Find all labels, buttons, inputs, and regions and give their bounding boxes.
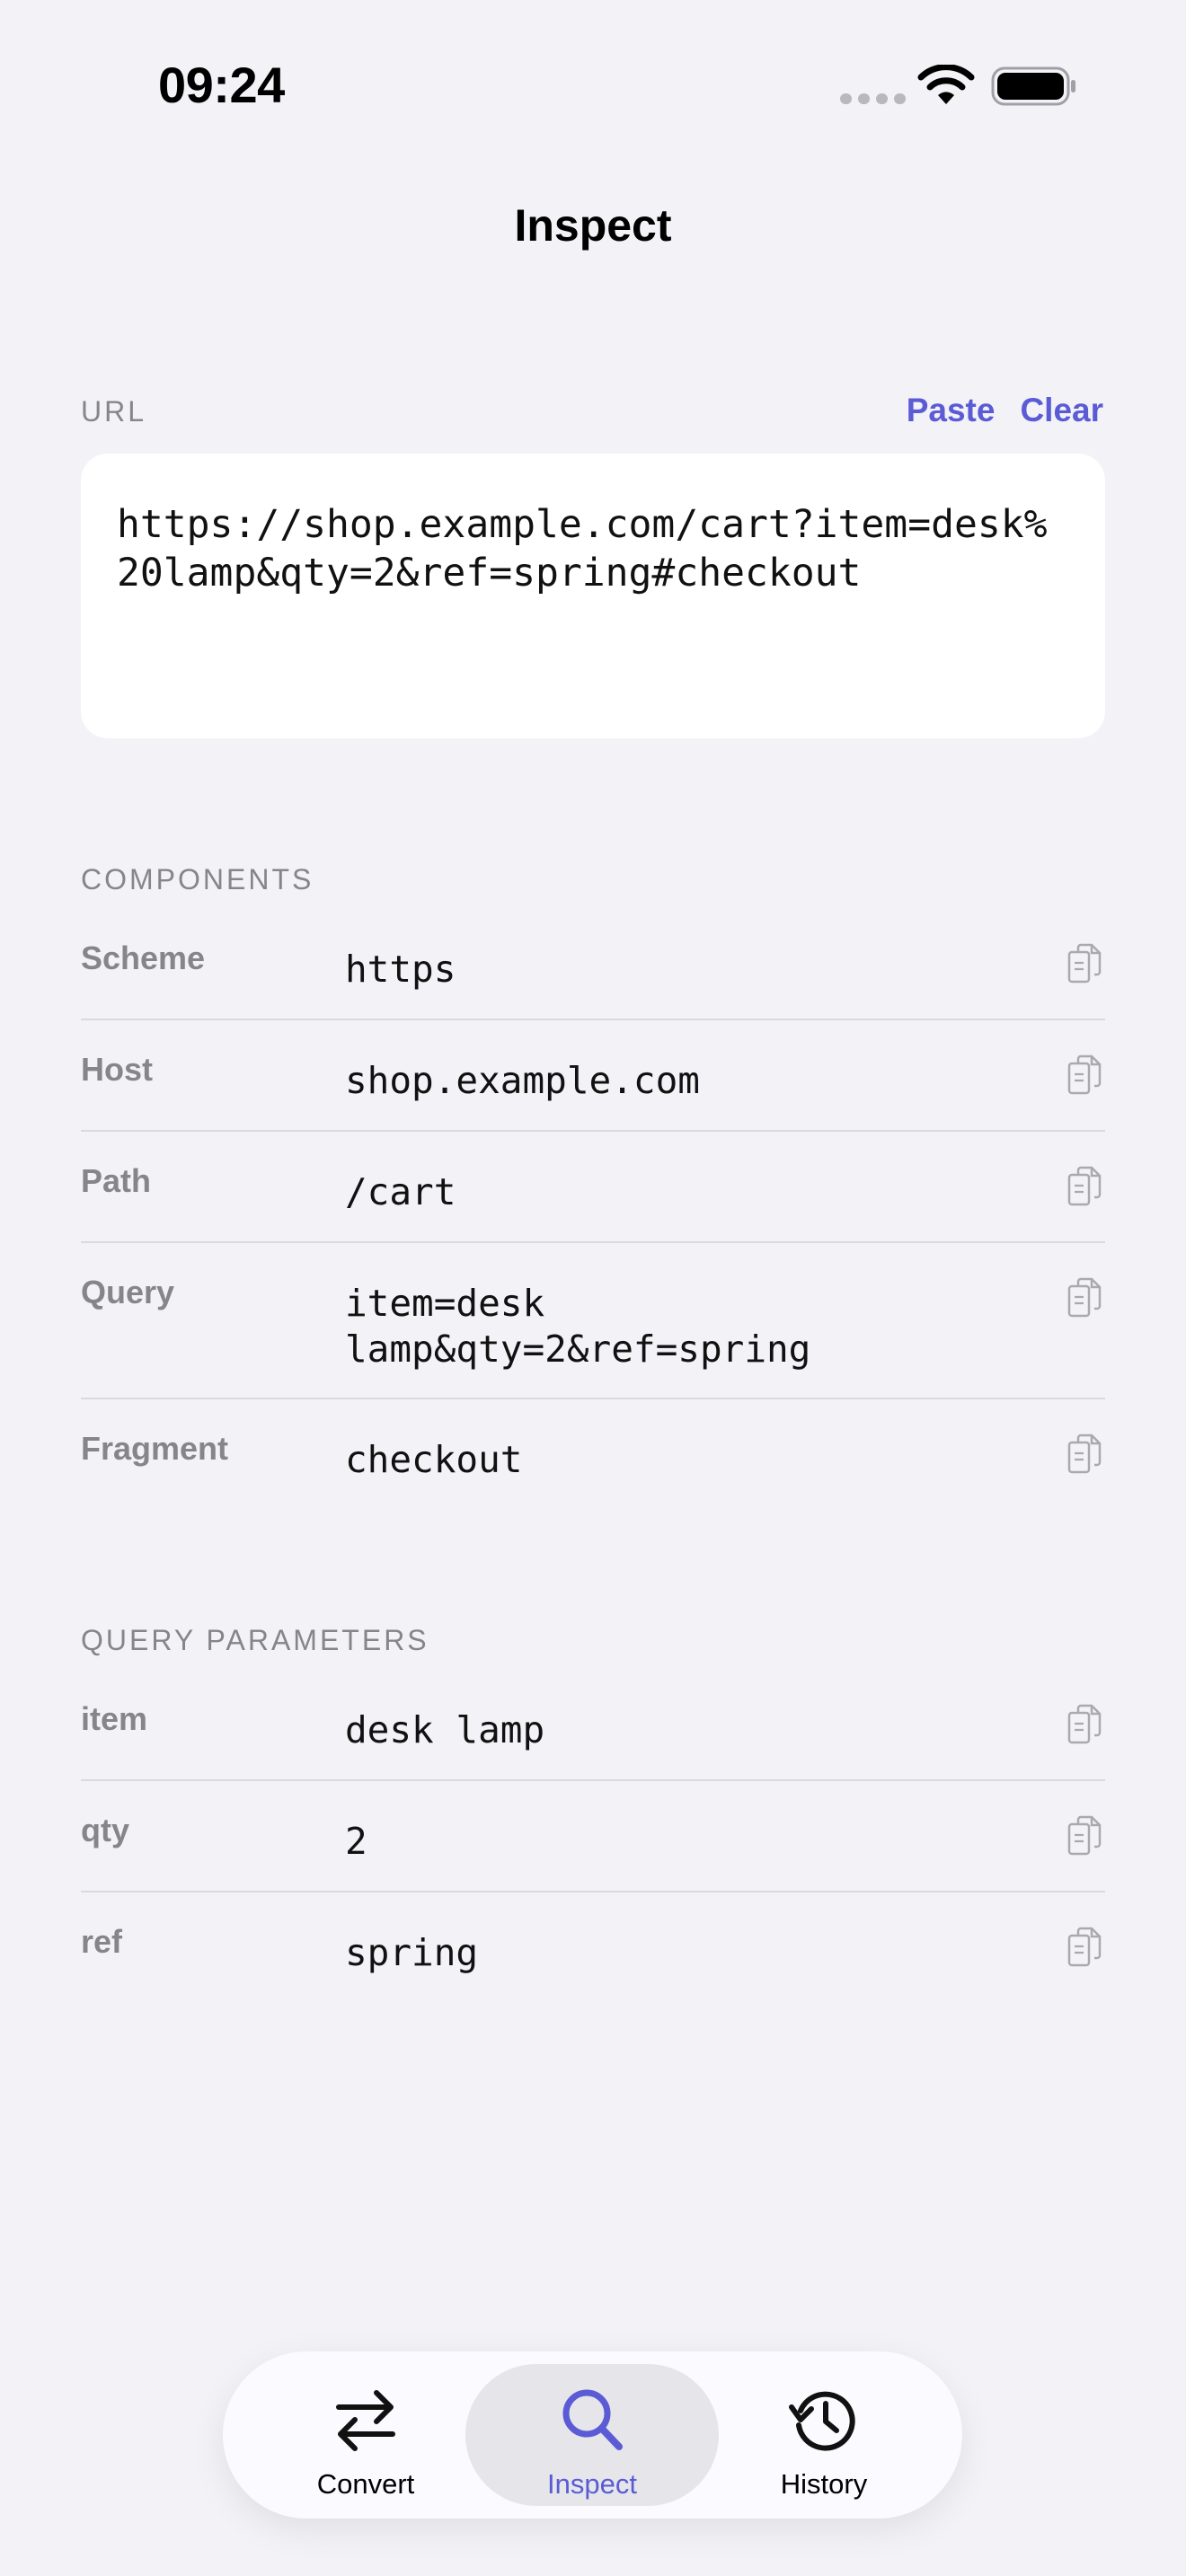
tab-label: Convert — [316, 2468, 415, 2500]
copy-icon[interactable] — [1067, 943, 1102, 984]
inspect-screen: 09:24 Inspect URL Paste Clear https://sh… — [0, 0, 1186, 2576]
copy-icon[interactable] — [1067, 1166, 1102, 1207]
url-actions: Paste Clear — [907, 392, 1103, 429]
magnifier-icon — [562, 2389, 623, 2450]
paste-button[interactable]: Paste — [907, 392, 996, 429]
tab-label: History — [780, 2468, 868, 2500]
components-list: Scheme https Host shop.example.com Path … — [81, 909, 1105, 1511]
query-parameters-list: item desk lamp qty 2 ref spring — [81, 1670, 1105, 2004]
components-section-header: COMPONENTS — [81, 863, 314, 895]
row-value: /cart — [345, 1170, 456, 1213]
tab-history[interactable]: History — [697, 2364, 951, 2506]
tab-label: Inspect — [547, 2468, 637, 2500]
wifi-icon — [917, 65, 975, 104]
clear-button[interactable]: Clear — [1020, 392, 1103, 429]
row-label: Scheme — [81, 940, 206, 976]
copy-icon[interactable] — [1067, 1815, 1102, 1857]
page-title: Inspect — [514, 200, 672, 251]
copy-icon[interactable] — [1067, 1277, 1102, 1319]
row-value: checkout — [345, 1438, 523, 1481]
component-row-path: Path /cart — [81, 1132, 1105, 1243]
copy-icon[interactable] — [1067, 1434, 1102, 1475]
row-label: item — [81, 1700, 148, 1737]
status-time: 09:24 — [158, 57, 285, 113]
arrows-left-right-icon — [336, 2390, 395, 2451]
battery-icon — [991, 66, 1075, 106]
cellular-signal-icon — [840, 93, 906, 104]
component-row-scheme: Scheme https — [81, 909, 1105, 1020]
row-label: Fragment — [81, 1430, 229, 1467]
url-input[interactable]: https://shop.example.com/cart?item=desk%… — [117, 500, 1069, 597]
copy-icon[interactable] — [1067, 1927, 1102, 1968]
query-parameters-section-header: QUERY PARAMETERS — [81, 1624, 429, 1656]
row-label: Query — [81, 1274, 175, 1310]
row-value: item=desk lamp&qty=2&ref=spring — [345, 1282, 811, 1371]
row-label: Host — [81, 1051, 153, 1088]
status-bar: 09:24 — [0, 0, 1186, 180]
row-value: 2 — [345, 1820, 367, 1863]
component-row-host: Host shop.example.com — [81, 1020, 1105, 1132]
query-param-row-qty: qty 2 — [81, 1781, 1105, 1892]
row-value: desk lamp — [345, 1708, 545, 1751]
query-param-row-ref: ref spring — [81, 1892, 1105, 2004]
component-row-query: Query item=desk lamp&qty=2&ref=spring — [81, 1243, 1105, 1399]
url-section-header: URL — [81, 395, 147, 428]
row-value: shop.example.com — [345, 1059, 700, 1102]
row-label: qty — [81, 1812, 129, 1848]
tab-convert[interactable]: Convert — [239, 2364, 492, 2506]
tab-inspect[interactable]: Inspect — [465, 2364, 719, 2506]
row-value: https — [345, 948, 456, 991]
row-value: spring — [345, 1931, 479, 1974]
component-row-fragment: Fragment checkout — [81, 1399, 1105, 1511]
query-param-row-item: item desk lamp — [81, 1670, 1105, 1781]
row-label: ref — [81, 1923, 123, 1960]
row-label: Path — [81, 1162, 152, 1199]
tab-bar: Convert Inspect History — [223, 2351, 962, 2519]
copy-icon[interactable] — [1067, 1704, 1102, 1745]
copy-icon[interactable] — [1067, 1054, 1102, 1096]
clock-arrow-icon — [789, 2391, 855, 2451]
url-input-card[interactable]: https://shop.example.com/cart?item=desk%… — [81, 454, 1105, 738]
